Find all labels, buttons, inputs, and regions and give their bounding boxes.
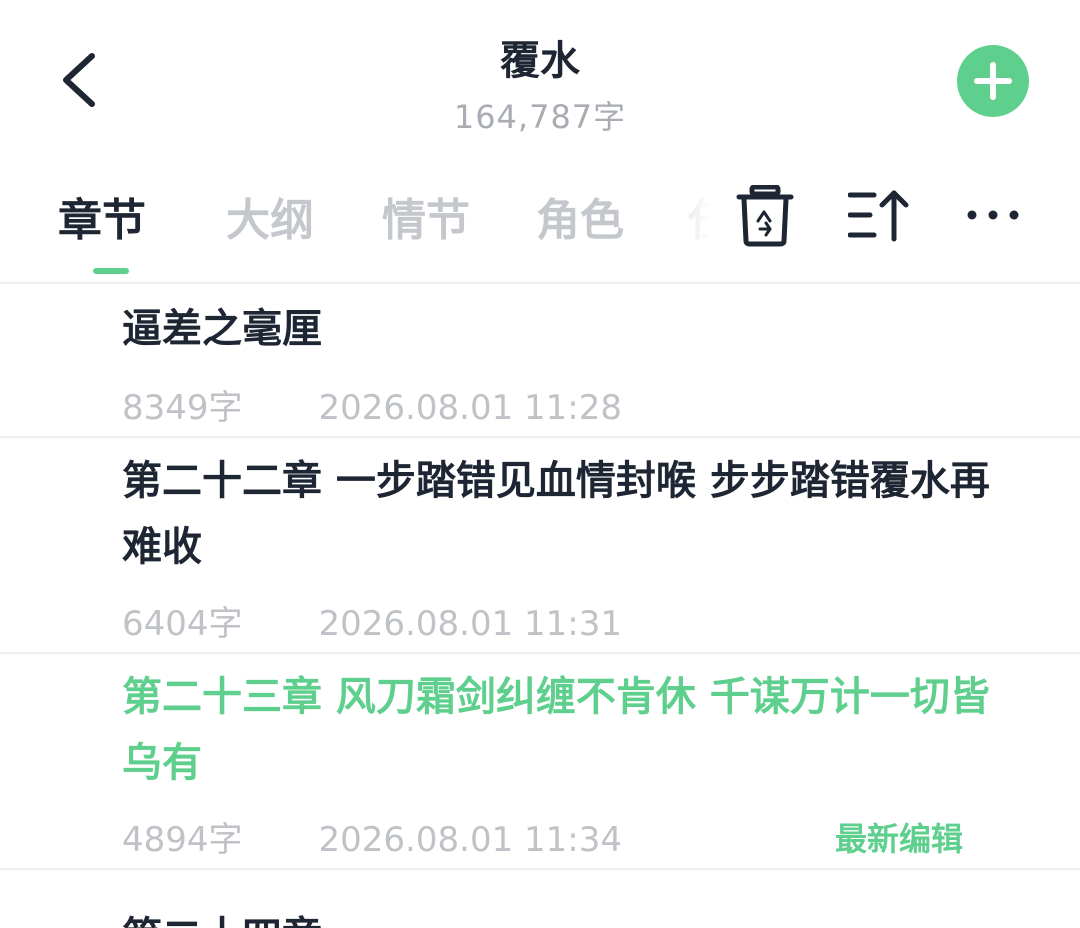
- header: 覆水 164,787字: [0, 0, 1080, 150]
- recycle-bin-button[interactable]: [736, 184, 794, 247]
- book-title: 覆水: [500, 38, 580, 84]
- chapter-row[interactable]: 第二十四章: [0, 870, 1080, 928]
- chapter-time: 2026.08.01 11:34: [318, 820, 622, 860]
- chapter-time: 2026.08.01 11:31: [318, 604, 622, 644]
- tab-chapters[interactable]: 章节: [58, 184, 146, 248]
- tab-characters[interactable]: 角色: [536, 184, 624, 248]
- sort-button[interactable]: [847, 185, 912, 245]
- chapter-word-count: 4894字: [122, 820, 243, 860]
- more-icon: [967, 210, 1019, 220]
- chapter-meta: 8349字 2026.08.01 11:28: [122, 380, 622, 429]
- sort-icon: [847, 190, 909, 242]
- tab-outline[interactable]: 大纲: [226, 184, 314, 248]
- chapter-title: 逼差之毫厘: [122, 306, 322, 352]
- chapter-title: 第二十三章 风刀霜剑纠缠不肯休 千谋万计一切皆乌有: [122, 674, 990, 786]
- chapter-meta: 6404字 2026.08.01 11:31: [122, 596, 622, 645]
- tab-plot[interactable]: 情节: [382, 184, 470, 248]
- chapter-word-count: 8349字: [122, 388, 243, 428]
- chapter-time: 2026.08.01 11:28: [318, 388, 622, 428]
- plus-icon: [974, 62, 1012, 100]
- chapter-row[interactable]: 第二十二章 一步踏错见血情封喉 步步踏错覆水再难收 6404字 2026.08.0…: [0, 438, 1080, 654]
- add-chapter-button[interactable]: [957, 45, 1029, 117]
- chapter-title: 第二十二章 一步踏错见血情封喉 步步踏错覆水再难收: [122, 458, 990, 570]
- active-tab-indicator: [93, 268, 129, 274]
- book-word-count: 164,787字: [453, 98, 627, 136]
- recycle-bin-icon: [736, 184, 794, 247]
- latest-edit-badge: 最新编辑: [835, 820, 964, 858]
- chapter-row-current[interactable]: 第二十三章 风刀霜剑纠缠不肯休 千谋万计一切皆乌有 4894字 2026.08.0…: [0, 654, 1080, 870]
- section-tabs: 章节 大纲 情节 角色 任: [0, 160, 720, 270]
- chapter-word-count: 6404字: [122, 604, 243, 644]
- chapter-row[interactable]: 逼差之毫厘 8349字 2026.08.01 11:28: [0, 284, 1080, 438]
- chapter-meta: 4894字 2026.08.01 11:34: [122, 812, 622, 861]
- more-button[interactable]: [966, 185, 1022, 245]
- chapter-title: 第二十四章: [122, 904, 1022, 928]
- tab-fade: [640, 160, 730, 270]
- chapter-list: 逼差之毫厘 8349字 2026.08.01 11:28 第二十二章 一步踏错见血…: [0, 284, 1080, 928]
